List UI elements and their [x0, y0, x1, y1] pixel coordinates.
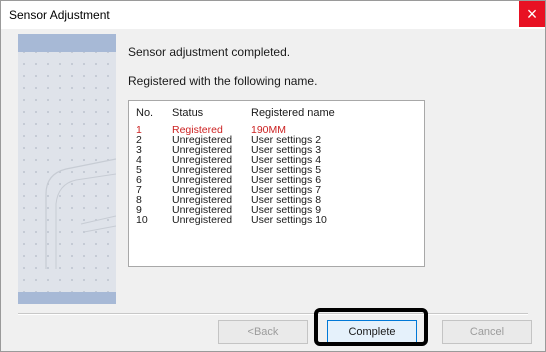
side-band-top: [18, 34, 116, 52]
completion-message: Sensor adjustment completed.: [128, 45, 291, 59]
window-title: Sensor Adjustment: [9, 8, 110, 22]
back-button[interactable]: <Back: [218, 320, 308, 344]
row-no: 10: [136, 214, 148, 226]
header-registered-name: Registered name: [251, 107, 335, 119]
registered-message: Registered with the following name.: [128, 74, 318, 88]
printer-illustration-icon: [45, 158, 116, 269]
footer-separator: [18, 313, 528, 315]
row-name: User settings 10: [251, 214, 327, 226]
title-bar: Sensor Adjustment ×: [1, 1, 545, 29]
complete-button[interactable]: Complete: [327, 320, 417, 344]
registration-list[interactable]: No. Status Registered name 1 Registered …: [128, 100, 425, 267]
row-status: Unregistered: [172, 214, 233, 226]
header-no: No.: [136, 107, 154, 119]
close-button[interactable]: ×: [519, 1, 545, 27]
side-illustration: [18, 34, 116, 304]
list-rows: 1 Registered 190MM 2 Unregistered User s…: [129, 125, 424, 226]
header-status: Status: [172, 107, 204, 119]
sensor-adjustment-dialog: Sensor Adjustment × Sensor adjustment co…: [0, 0, 546, 352]
side-band-bottom: [18, 292, 116, 304]
close-icon: ×: [526, 4, 538, 24]
list-header: No. Status Registered name: [129, 107, 424, 123]
list-row[interactable]: 10 Unregistered User settings 10: [129, 214, 424, 226]
cancel-button[interactable]: Cancel: [442, 320, 532, 344]
